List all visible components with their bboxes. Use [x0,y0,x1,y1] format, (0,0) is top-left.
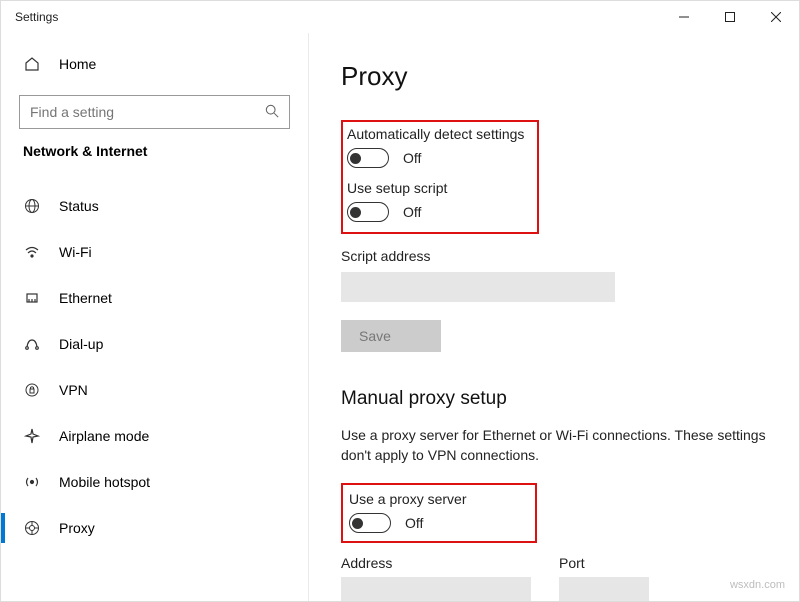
setup-script-state: Off [403,204,421,220]
sidebar-item-label: Status [59,198,99,214]
minimize-button[interactable] [661,1,707,33]
address-input[interactable] [341,577,531,601]
setup-script-label: Use setup script [347,180,529,196]
sidebar-item-proxy[interactable]: Proxy [1,505,308,551]
category-title: Network & Internet [1,143,308,159]
vpn-icon [23,382,41,398]
sidebar-item-ethernet[interactable]: Ethernet [1,275,308,321]
script-address-input[interactable] [341,272,615,302]
sidebar-item-label: Proxy [59,520,95,536]
sidebar-item-home[interactable]: Home [1,43,308,85]
home-icon [23,56,41,72]
sidebar-item-dialup[interactable]: Dial-up [1,321,308,367]
highlight-auto-section: Automatically detect settings Off Use se… [341,120,539,234]
wifi-icon [23,244,41,260]
use-proxy-toggle[interactable] [349,513,391,533]
globe-icon [23,198,41,214]
sidebar-item-label: VPN [59,382,88,398]
port-input[interactable] [559,577,649,601]
sidebar-item-label: Dial-up [59,336,103,352]
setup-script-toggle[interactable] [347,202,389,222]
maximize-button[interactable] [707,1,753,33]
script-address-label: Script address [341,248,767,264]
use-proxy-label: Use a proxy server [349,491,527,507]
sidebar-item-label: Wi-Fi [59,244,92,260]
search-input[interactable] [19,95,290,129]
airplane-icon [23,428,41,444]
proxy-icon [23,520,41,536]
address-label: Address [341,555,531,571]
search-field[interactable] [30,104,265,120]
sidebar-item-label: Airplane mode [59,428,149,444]
sidebar-item-airplane[interactable]: Airplane mode [1,413,308,459]
sidebar-item-label: Ethernet [59,290,112,306]
sidebar-item-hotspot[interactable]: Mobile hotspot [1,459,308,505]
dialup-icon [23,336,41,352]
home-label: Home [59,56,96,72]
titlebar: Settings [1,1,799,33]
manual-section-title: Manual proxy setup [341,388,767,410]
sidebar-item-status[interactable]: Status [1,183,308,229]
use-proxy-state: Off [405,515,423,531]
port-label: Port [559,555,649,571]
sidebar-item-label: Mobile hotspot [59,474,150,490]
main-pane: Proxy Automatically detect settings Off … [309,33,799,601]
ethernet-icon [23,290,41,306]
highlight-proxy-toggle: Use a proxy server Off [341,483,537,543]
window-title: Settings [15,10,58,24]
page-title: Proxy [341,61,767,92]
auto-detect-label: Automatically detect settings [347,126,529,142]
search-icon [265,104,279,121]
close-button[interactable] [753,1,799,33]
sidebar-item-vpn[interactable]: VPN [1,367,308,413]
sidebar: Home Network & Internet Status Wi-Fi Eth… [1,33,309,601]
sidebar-item-wifi[interactable]: Wi-Fi [1,229,308,275]
save-button[interactable]: Save [341,320,441,352]
watermark: wsxdn.com [730,579,785,591]
auto-detect-toggle[interactable] [347,148,389,168]
auto-detect-state: Off [403,150,421,166]
hotspot-icon [23,474,41,490]
window-controls [661,1,799,33]
manual-section-desc: Use a proxy server for Ethernet or Wi-Fi… [341,426,771,465]
